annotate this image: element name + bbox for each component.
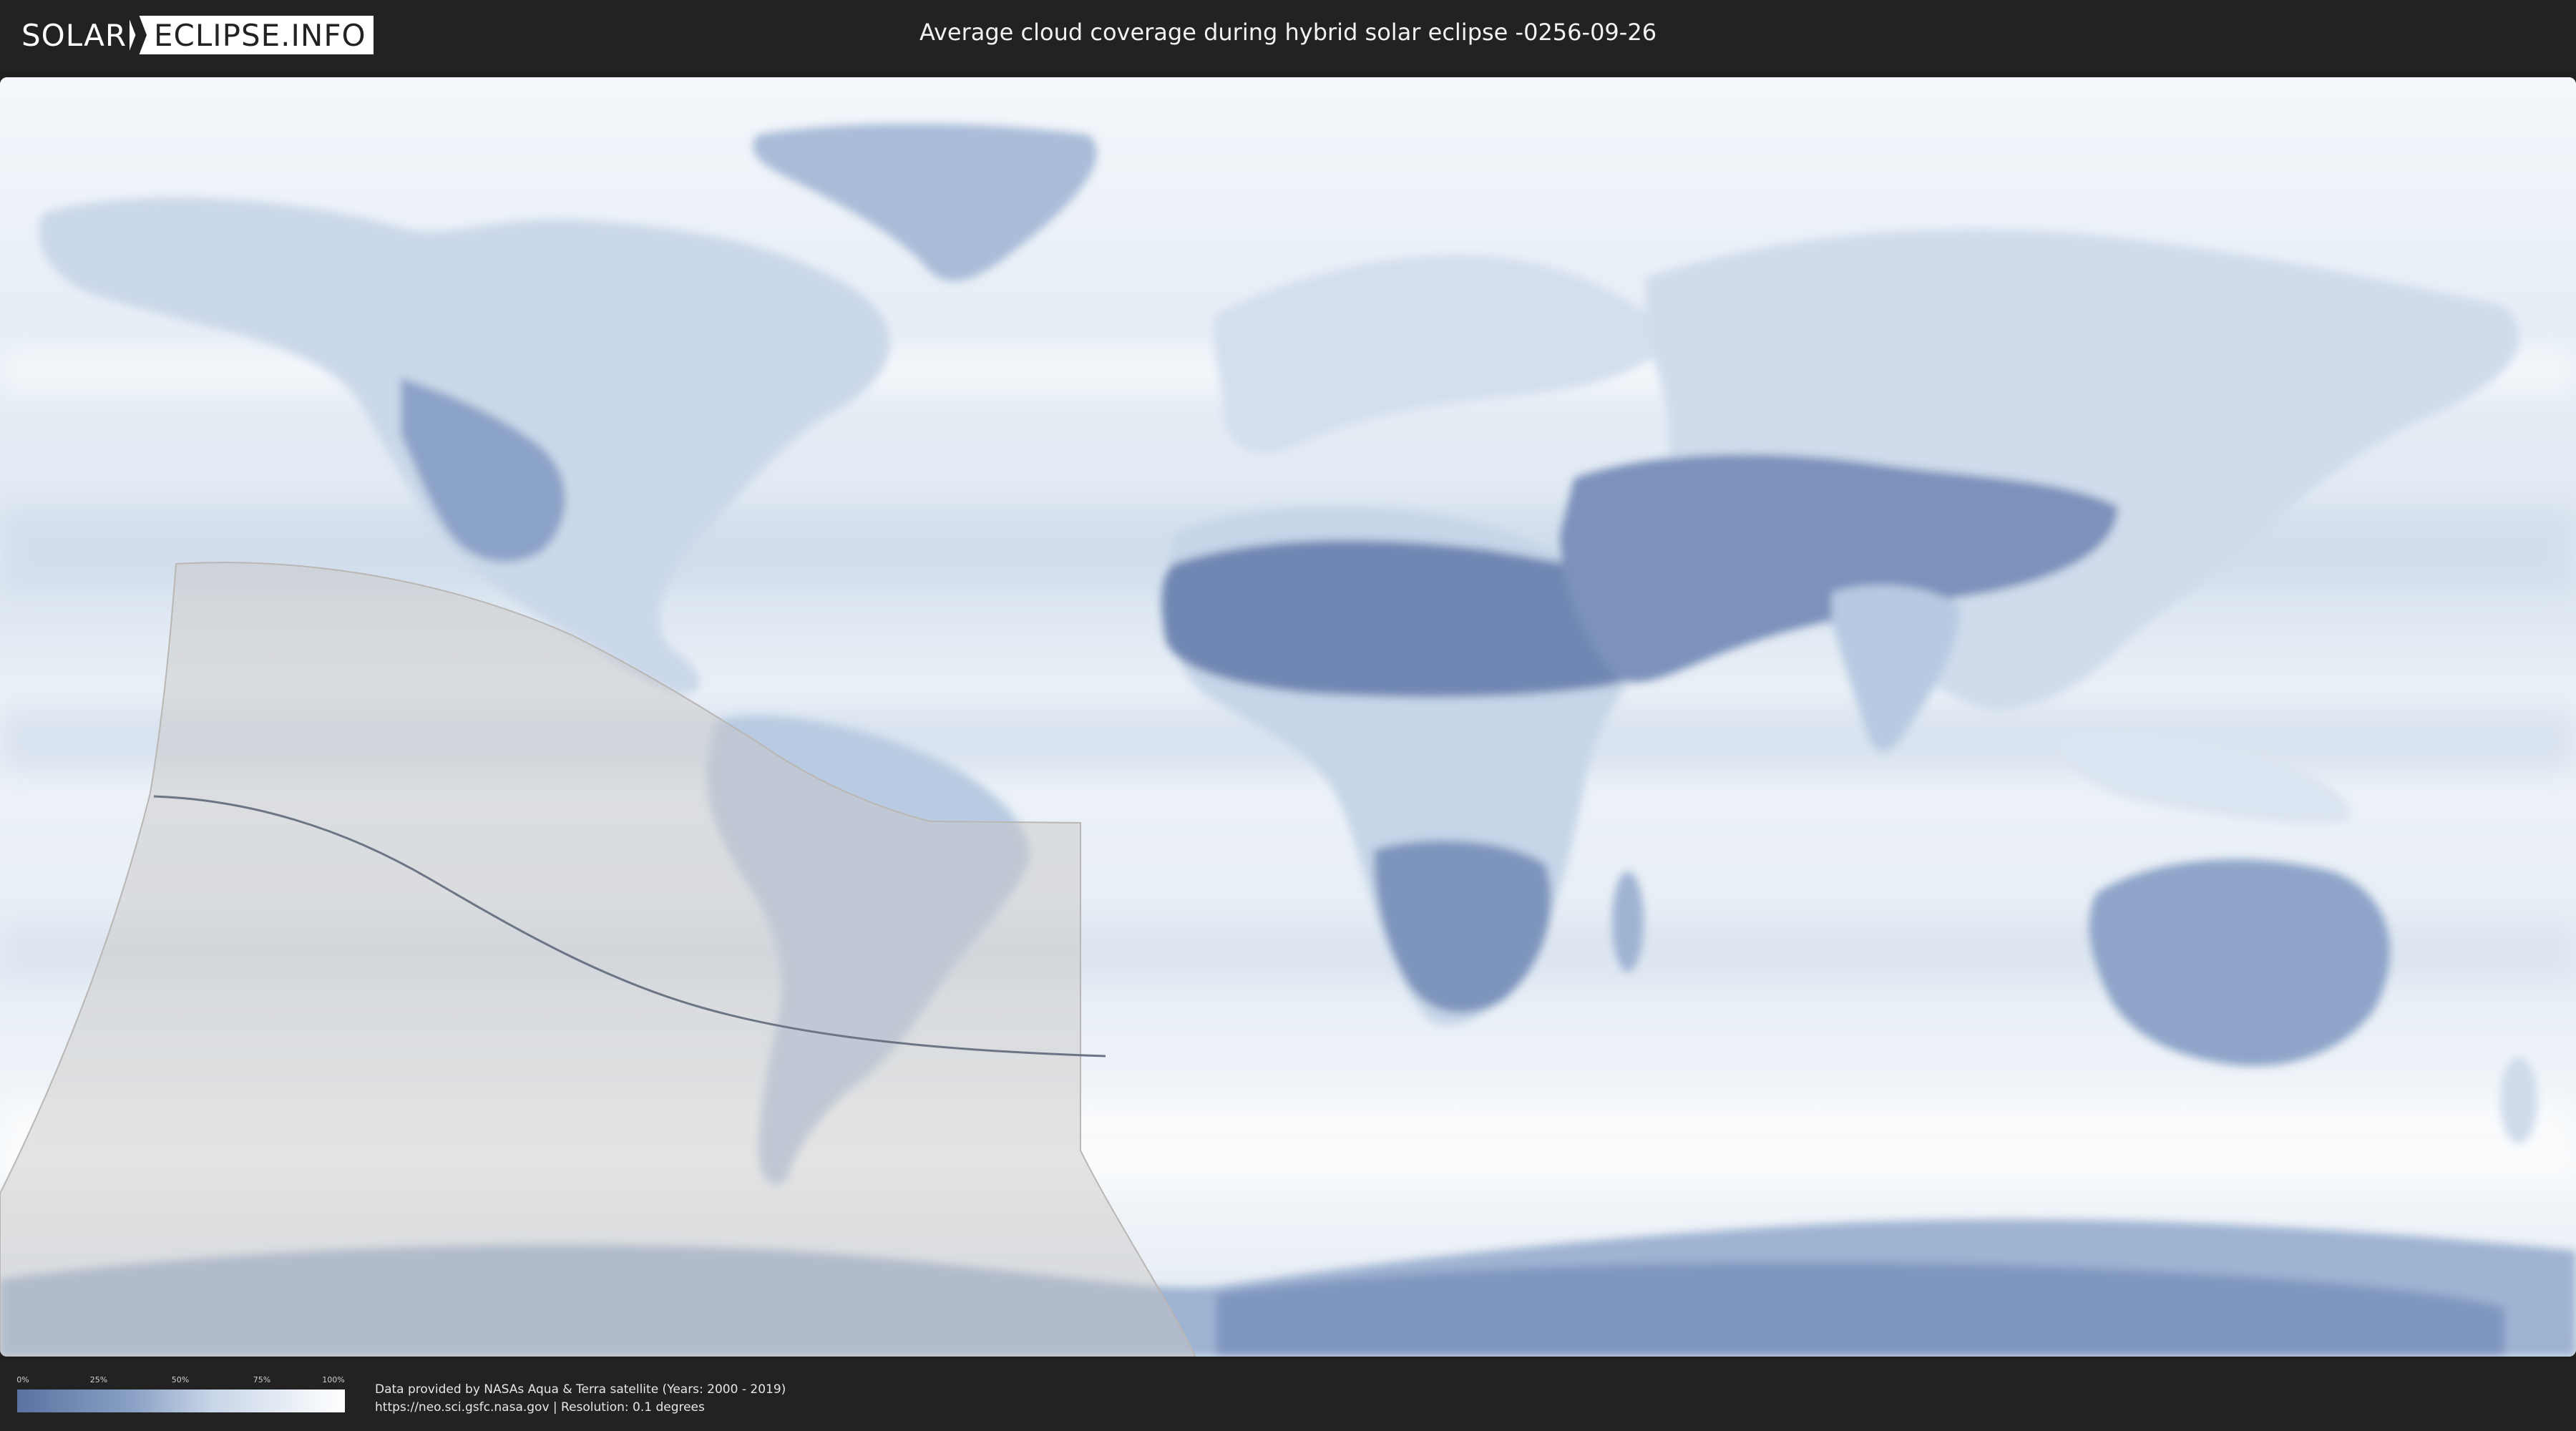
legend-tick-0: 0%: [16, 1375, 29, 1384]
footer-bar: 0% 25% 50% 75% 100% Data provided by NAS…: [0, 1359, 2576, 1431]
credits-line-url[interactable]: https://neo.sci.gsfc.nasa.gov | Resoluti…: [375, 1399, 786, 1417]
cloud-coverage-map[interactable]: [0, 77, 2576, 1357]
data-credits: Data provided by NASAs Aqua & Terra sate…: [375, 1381, 786, 1417]
legend-ticks: 0% 25% 50% 75% 100%: [16, 1375, 345, 1387]
page-title: Average cloud coverage during hybrid sol…: [919, 19, 1657, 46]
legend-tick-25: 25%: [89, 1375, 108, 1384]
world-map-svg: [0, 77, 2576, 1357]
cloud-coverage-legend: 0% 25% 50% 75% 100%: [16, 1375, 345, 1412]
legend-tick-75: 75%: [253, 1375, 271, 1384]
legend-tick-50: 50%: [171, 1375, 190, 1384]
madagascar: [1612, 871, 1644, 972]
credits-line-source: Data provided by NASAs Aqua & Terra sate…: [375, 1382, 786, 1397]
legend-tick-100: 100%: [322, 1375, 345, 1384]
legend-color-bar: [17, 1390, 345, 1412]
new-zealand: [2500, 1058, 2537, 1143]
header-bar: SOLAR ECLIPSE.INFO Average cloud coverag…: [0, 0, 2576, 72]
